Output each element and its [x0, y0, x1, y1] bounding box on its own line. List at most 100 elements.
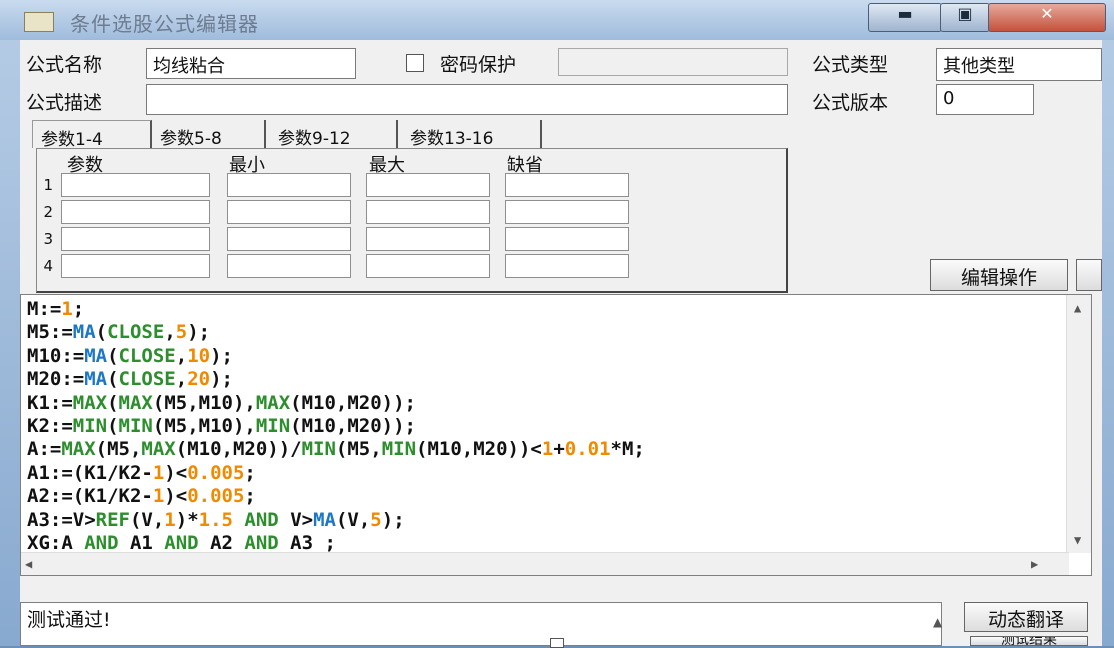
code-keyword-token: MIN	[255, 414, 291, 437]
code-number-token: 5	[175, 321, 188, 344]
code-function-token: MA	[72, 321, 96, 344]
code-line[interactable]: A3:=V>REF(V,1)*1.5 AND V>MA(V,5);	[21, 509, 1091, 532]
scroll-left-arrow-icon[interactable]: ◀	[25, 557, 32, 571]
tab-params-13-16[interactable]: 参数13-16	[402, 120, 542, 149]
code-number-token: 0.005	[187, 461, 245, 484]
code-text-token: V>	[278, 508, 314, 531]
param-4-min-input[interactable]	[227, 254, 351, 278]
param-2-max-input[interactable]	[366, 200, 490, 224]
minimize-button[interactable]: ▬	[868, 3, 942, 32]
param-1-name-input[interactable]	[61, 173, 210, 197]
code-number-token: 10	[187, 344, 211, 367]
editor-horizontal-scrollbar[interactable]: ◀ ▶	[21, 552, 1069, 575]
code-line[interactable]: M:=1;	[21, 298, 1091, 321]
code-number-token: 1	[541, 438, 554, 461]
code-keyword-token: AND	[164, 531, 199, 554]
code-line[interactable]: M20:=MA(CLOSE,20);	[21, 368, 1091, 391]
scroll-right-arrow-icon[interactable]: ▶	[1031, 557, 1038, 571]
param-3-max-input[interactable]	[366, 227, 490, 251]
code-line[interactable]: A2:=(K1/K2-1)<0.005;	[21, 485, 1091, 508]
tab-params-9-12[interactable]: 参数9-12	[270, 120, 398, 149]
code-text-token: A3 ;	[278, 531, 336, 554]
password-checkbox[interactable]	[406, 54, 424, 72]
window-title: 条件选股公式编辑器	[70, 12, 259, 36]
code-text-token: (M10,M20))/	[175, 438, 302, 461]
code-line[interactable]: M10:=MA(CLOSE,10);	[21, 345, 1091, 368]
tab-params-5-8[interactable]: 参数5-8	[152, 120, 266, 149]
password-label: 密码保护	[440, 54, 517, 76]
code-text-token: A:=	[27, 438, 62, 461]
param-3-min-input[interactable]	[227, 227, 351, 251]
formula-code-editor[interactable]: M:=1; M5:=MA(CLOSE,5); M10:=MA(CLOSE,10); M…	[20, 294, 1092, 576]
code-line[interactable]: M5:=MA(CLOSE,5);	[21, 321, 1091, 344]
code-keyword-token: MAX	[255, 391, 291, 414]
code-text-token: A1:=(K1/K2-	[27, 461, 153, 484]
param-4-name-input[interactable]	[61, 254, 210, 278]
code-number-token: 1	[164, 508, 176, 531]
dynamic-translate-button[interactable]: 动态翻译	[964, 602, 1088, 632]
scroll-up-arrow-icon[interactable]: ▲	[1074, 301, 1081, 315]
code-function-token: MA	[84, 368, 108, 391]
code-text-token: A3:=V>	[27, 508, 96, 531]
code-text-token: A1	[118, 531, 165, 554]
code-text-token: (M10,M20));	[290, 391, 416, 414]
resize-handle[interactable]	[550, 638, 564, 648]
tab-params-1-4[interactable]: 参数1-4	[32, 120, 152, 150]
param-3-name-input[interactable]	[61, 227, 210, 251]
param-row-number: 1	[43, 176, 53, 194]
param-2-min-input[interactable]	[227, 200, 351, 224]
code-number-token: 1.5	[198, 508, 233, 531]
param-1-min-input[interactable]	[227, 173, 351, 197]
test-result-button[interactable]: 测试结果	[970, 636, 1088, 646]
code-keyword-token: REF	[95, 508, 130, 531]
formula-desc-input[interactable]	[146, 84, 788, 115]
param-2-name-input[interactable]	[61, 200, 210, 224]
formula-type-select[interactable]: 其他类型	[936, 48, 1102, 81]
code-text-token: K1:=	[27, 391, 73, 414]
status-scroll-up-arrow-icon[interactable]: ▲	[933, 615, 942, 629]
code-text-token: );	[187, 321, 211, 344]
code-line[interactable]: K2:=MIN(MIN(M5,M10),MIN(M10,M20));	[21, 415, 1091, 438]
close-button[interactable]: ✕	[988, 3, 1106, 32]
param-4-default-input[interactable]	[505, 254, 629, 278]
edit-operations-button[interactable]: 编辑操作	[930, 259, 1068, 291]
code-text-token: );	[381, 508, 405, 531]
code-number-token: 0.01	[564, 438, 611, 461]
formula-name-label: 公式名称	[26, 54, 103, 76]
code-keyword-token: MIN	[301, 438, 336, 461]
formula-version-label: 公式版本	[812, 92, 889, 114]
code-line[interactable]: K1:=MAX(MAX(M5,M10),MAX(M10,M20));	[21, 392, 1091, 415]
param-1-max-input[interactable]	[366, 173, 490, 197]
code-area[interactable]: M:=1; M5:=MA(CLOSE,5); M10:=MA(CLOSE,10); M…	[21, 295, 1091, 555]
code-keyword-token: MAX	[72, 391, 108, 414]
code-text-token: (	[107, 344, 119, 367]
code-text-token: M:=	[27, 298, 62, 320]
code-text-token: );	[210, 344, 233, 367]
code-text-token: (M5,M10),	[152, 391, 256, 414]
code-number-token: 1	[61, 298, 73, 320]
code-keyword-token: AND	[244, 508, 279, 531]
code-line[interactable]: A1:=(K1/K2-1)<0.005;	[21, 462, 1091, 485]
partial-next-button[interactable]	[1076, 259, 1102, 291]
code-text-token: M5:=	[27, 321, 73, 344]
code-text-token: A2:=(K1/K2-	[27, 485, 153, 508]
code-text-token: M20:=	[27, 368, 85, 391]
param-4-max-input[interactable]	[366, 254, 490, 278]
app-icon	[24, 12, 54, 32]
scroll-down-arrow-icon[interactable]: ▼	[1074, 533, 1081, 547]
code-line[interactable]: A:=MAX(M5,MAX(M10,M20))/MIN(M5,MIN(M10,M…	[21, 438, 1091, 461]
formula-name-input[interactable]: 均线粘合	[146, 48, 356, 79]
code-number-token: 0.005	[187, 485, 245, 508]
password-input[interactable]	[558, 48, 788, 76]
code-keyword-token: MIN	[72, 414, 108, 437]
code-text-token: (V,	[335, 508, 371, 531]
code-number-token: 5	[370, 508, 382, 531]
param-2-default-input[interactable]	[505, 200, 629, 224]
formula-editor-window: 条件选股公式编辑器 ▬ ▣ ✕ 公式名称 均线粘合 密码保护 公式类型 其他类型…	[0, 0, 1114, 648]
formula-version-input[interactable]: 0	[936, 84, 1034, 115]
param-3-default-input[interactable]	[505, 227, 629, 251]
editor-vertical-scrollbar[interactable]: ▲ ▼	[1066, 295, 1091, 553]
param-1-default-input[interactable]	[505, 173, 629, 197]
code-text-token: *M;	[610, 438, 645, 461]
maximize-button[interactable]: ▣	[940, 3, 990, 32]
